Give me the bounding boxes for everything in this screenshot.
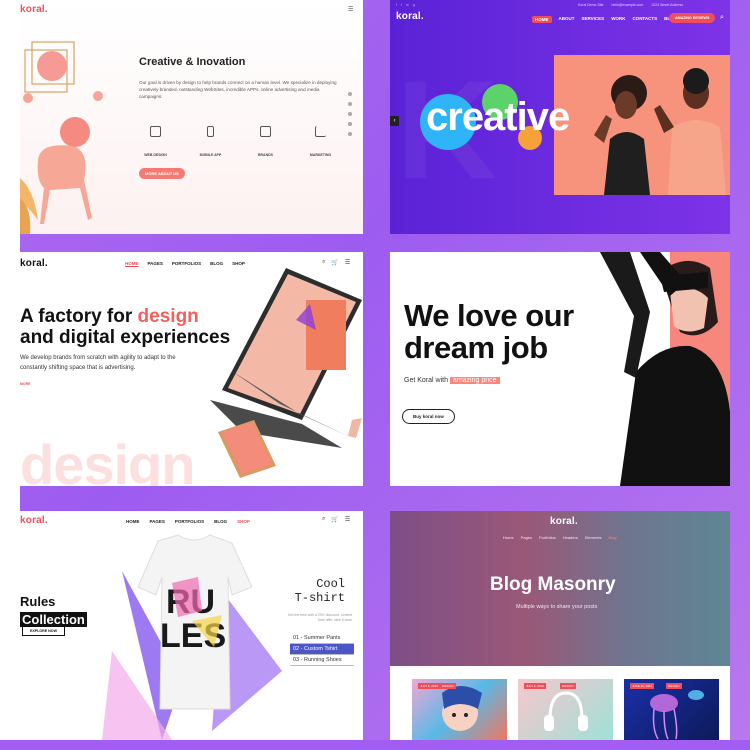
main-nav: HOME PAGES PORTFOLIOS BLOG SHOP [126,519,250,524]
nav-home[interactable]: HOME [532,16,552,23]
buy-button[interactable]: AMAZING REVIEWS [669,13,716,23]
nav-portfolios[interactable]: PORTFOLIOS [172,261,201,266]
product-subtitle: Get the new with a 20% discount. Limited… [287,613,352,622]
hero-description: We develop brands from scratch with agil… [20,355,176,371]
nav-work[interactable]: WORK [611,16,625,23]
features-list: WEB DESIGN MOBILE APP BRANDS MARKETING [139,126,337,161]
post-tag: DESIGN [440,683,456,689]
nav-portfolios[interactable]: PORTFOLIOS [175,519,204,524]
feature-marketing: MARKETING [304,126,337,161]
prev-arrow-icon[interactable]: ‹ [390,116,399,126]
nav-portfolios[interactable]: Portfolios [539,535,556,540]
slider-dots[interactable] [348,92,352,136]
blog-card[interactable]: JUNE 20, 2016 DESIGN [624,679,719,740]
search-icon[interactable]: ⌕ [720,14,724,22]
hero-photo [554,55,730,195]
cart-icon[interactable]: 🛒 [331,516,338,523]
blog-card[interactable]: JULY 8, 2016 DESIGN [412,679,507,740]
preview-dream-job: We love our dream job Get Koral with amaz… [390,252,730,486]
hero-photo [600,252,730,486]
preview-rules-collection: koral. HOME PAGES PORTFOLIOS BLOG SHOP ⌕… [20,511,363,740]
nav-about[interactable]: ABOUT [559,16,575,23]
marketing-icon [315,126,326,137]
post-date: JULY 2, 2016 [524,683,546,689]
buy-button[interactable]: Buy koral now [402,409,455,424]
main-nav: HOME ABOUT SERVICES WORK CONTACTS BLOG [532,16,677,23]
tshirt-illustration: RU LES [102,534,282,740]
nav-contacts[interactable]: CONTACTS [632,16,657,23]
nav-pages[interactable]: PAGES [150,519,165,524]
explore-button[interactable]: EXPLORE NOW [22,626,65,636]
nav-home[interactable]: HOME [125,261,139,266]
decor-illustration [20,41,103,234]
page-title: Blog Masonry [490,574,616,595]
nav-home[interactable]: Home [503,535,514,540]
logo[interactable]: koral. [20,515,48,526]
nav-home[interactable]: HOME [126,519,140,524]
post-tag: DESIGN [560,683,576,689]
nav-headers[interactable]: Headers [563,535,578,540]
list-item[interactable]: 03 - Running Shoes [290,655,354,666]
more-link[interactable]: MORE [20,382,31,386]
laptop-illustration [210,268,362,478]
header-icons: ⌕ 🛒 ☰ [322,516,350,523]
price-tag: amazing price [449,377,500,384]
hero-heading: A factory for design and digital experie… [20,306,231,348]
feature-web-design: WEB DESIGN [139,126,172,161]
main-nav: Home Pages Portfolios Headers Elements B… [503,535,617,540]
feature-brands: BRANDS [249,126,282,161]
menu-icon[interactable]: ☰ [348,6,353,13]
preview-creative-hero: K fting Koral Demo Sitehello@example.com… [390,0,730,234]
preview-creative-inovation: koral. ☰ Creative & Inovation Our goal i… [20,0,363,234]
preview-blog-masonry: koral. Home Pages Portfolios Headers Ele… [390,511,730,740]
brands-icon [260,126,271,137]
menu-icon[interactable]: ☰ [345,516,350,523]
product-list: 01 - Summer Pants 02 - Custom Tshirt 03 … [290,633,354,666]
logo[interactable]: koral. [20,4,48,15]
section-description: Our goal is driven by design to help bra… [139,80,337,99]
preview-design-factory: design koral. HOME PAGES PORTFOLIOS BLOG… [20,252,363,486]
list-item[interactable]: 02 - Custom Tshirt [290,644,354,655]
nav-blog[interactable]: Blog [609,535,617,540]
social-icons[interactable]: f t in g [396,3,415,7]
top-contact-bar: Koral Demo Site hello@example.com 1024 Str… [578,3,683,7]
section-title: Creative & Inovation [139,56,246,68]
page-subtitle: Multiple ways to share your posts [516,604,598,610]
nav-pages[interactable]: PAGES [148,261,163,266]
search-icon[interactable]: ⌕ [322,516,325,523]
nav-pages[interactable]: Pages [521,535,532,540]
hero-heading: We love our dream job [404,298,574,365]
more-about-button[interactable]: MORE ABOUT US [139,168,185,179]
feature-mobile-app: MOBILE APP [194,126,227,161]
logo[interactable]: koral. [20,258,48,269]
background-word: design [20,433,195,487]
price-line: Get Koral with amazing price [404,377,500,384]
post-date: JULY 8, 2016 [418,683,440,689]
list-item[interactable]: 01 - Summer Pants [290,633,354,644]
post-date: JUNE 20, 2016 [630,683,655,689]
hero-title: creative [426,95,570,139]
nav-blog[interactable]: BLOG [214,519,227,524]
nav-elements[interactable]: Elements [585,535,602,540]
web-design-icon [150,126,161,137]
logo[interactable]: koral. [550,516,578,527]
blog-card[interactable]: JULY 2, 2016 DESIGN [518,679,613,740]
nav-shop[interactable]: SHOP [237,519,250,524]
logo[interactable]: koral. [396,11,424,22]
hero-heading: Rules Collection [20,594,87,627]
product-title: Cool T-shirt [294,577,345,605]
nav-services[interactable]: SERVICES [582,16,605,23]
post-tag: DESIGN [666,683,682,689]
mobile-app-icon [207,126,214,137]
